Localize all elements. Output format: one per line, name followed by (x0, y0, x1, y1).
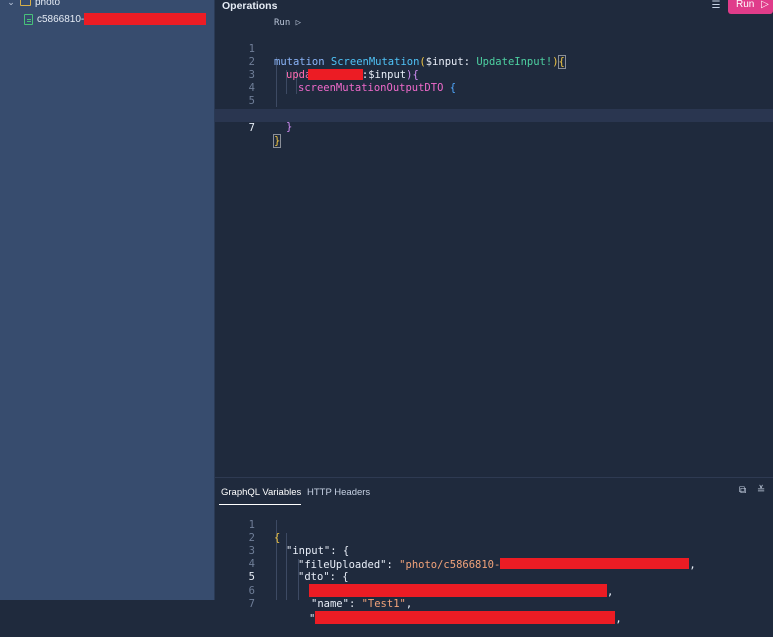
graphql-ide: ⌄ photo c5866810- Operations ☰ Run ▷ Run… (0, 0, 773, 625)
code-line: 6 } (215, 95, 773, 133)
code-line: 3 "fileUploaded": "photo/c5866810-, (215, 532, 773, 571)
file-label: c5866810- (37, 13, 85, 25)
code-line: 7 ", (215, 585, 773, 625)
code-line: 6 "name": "Test1", (215, 572, 773, 610)
code-line: 4 "dto": { (215, 545, 773, 583)
operations-title: Operations (222, 0, 278, 12)
code-line: 2 "input": { (215, 519, 773, 557)
file-explorer-sidebar: ⌄ photo c5866810- (0, 0, 215, 600)
file-icon (24, 13, 33, 25)
tab-graphql-variables[interactable]: GraphQL Variables (221, 487, 301, 498)
variables-editor[interactable]: 1 { 2 "input": { 3 "fileUploaded": "phot… (215, 505, 773, 625)
tab-http-headers[interactable]: HTTP Headers (307, 487, 370, 498)
folder-label: photo (35, 0, 61, 8)
code-line-active: 7 } (215, 109, 773, 148)
variables-actions: ⧉ ≚ (739, 485, 765, 496)
redaction-box (308, 69, 363, 80)
chevron-down-icon[interactable]: ⌄ (6, 0, 16, 7)
redaction-box (84, 13, 207, 25)
json-punctuation: , (615, 613, 622, 625)
code-line: 1 { (215, 506, 773, 544)
folder-icon (20, 0, 31, 6)
chevron-collapse-icon[interactable]: ≚ (757, 485, 765, 496)
code-line: 3 screenMutationOutputDTO { (215, 56, 773, 94)
run-label: Run (736, 0, 755, 10)
operations-editor[interactable]: Run ▷ 1 mutation ScreenMutation($input: … (215, 14, 773, 477)
code-line: 5 , (215, 558, 773, 598)
code-line: 5 } (215, 82, 773, 120)
code-line: 4 (215, 69, 773, 94)
run-button[interactable]: Run ▷ (728, 0, 773, 14)
redaction-box (315, 611, 616, 624)
run-codelens[interactable]: Run ▷ (274, 18, 301, 28)
brace: } (272, 134, 282, 148)
code-line: 2 update(input:$input){ (215, 43, 773, 81)
brace: } (286, 121, 293, 133)
play-icon: ▷ (761, 0, 769, 10)
code-line: 1 mutation ScreenMutation($input: Update… (215, 30, 773, 69)
variables-tab-bar: GraphQL Variables HTTP Headers ⧉ ≚ (215, 477, 773, 506)
line-number: 7 (248, 122, 255, 134)
operations-header: Operations ☰ Run ▷ (215, 0, 773, 14)
tree-file-item[interactable]: c5866810- (20, 10, 207, 28)
prettify-icon[interactable]: ☰ (710, 0, 722, 12)
copy-icon[interactable]: ⧉ (739, 485, 746, 496)
